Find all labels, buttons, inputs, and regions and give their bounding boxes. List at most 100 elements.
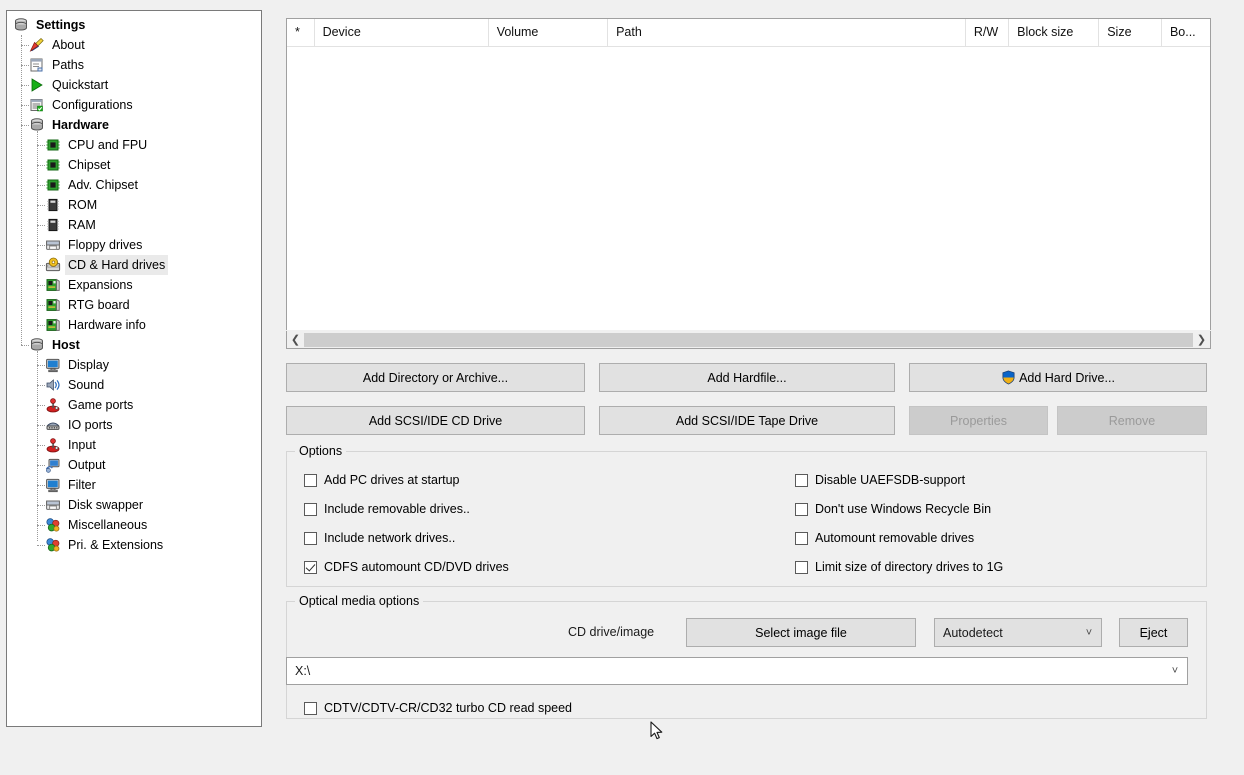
checkbox-row-add-pc-drives-at-startup[interactable]: Add PC drives at startup — [304, 473, 459, 487]
drive-table[interactable]: * Device Volume Path R/W Block size Size Bo... — [286, 18, 1211, 330]
optical-detect-dropdown[interactable]: Autodetect ˅ — [934, 618, 1102, 647]
chevron-down-icon[interactable]: ˅ — [1077, 627, 1101, 639]
hscrollbar-track[interactable] — [304, 331, 1193, 348]
add-scsi-cd-label: Add SCSI/IDE CD Drive — [368, 413, 503, 428]
column-header-volume[interactable]: Volume — [489, 19, 609, 46]
checkbox-limit-size-of-directory-drives-to-1g[interactable] — [795, 560, 808, 574]
add-directory-or-archive-button[interactable]: Add Directory or Archive... — [286, 363, 585, 392]
checkbox-include-network-drives[interactable] — [304, 531, 317, 545]
sidebar-item-hardware-info[interactable]: Hardware info — [7, 315, 261, 335]
sidebar-item-configurations[interactable]: Configurations — [7, 95, 261, 115]
drive-table-header[interactable]: * Device Volume Path R/W Block size Size Bo... — [287, 19, 1210, 47]
checkbox-row-don-t-use-windows-recycle-bin[interactable]: Don't use Windows Recycle Bin — [795, 502, 991, 516]
sidebar-item-paths[interactable]: Paths — [7, 55, 261, 75]
sidebar-item-disk-swapper[interactable]: Disk swapper — [7, 495, 261, 515]
column-header-device[interactable]: Device — [315, 19, 489, 46]
column-header-bo[interactable]: Bo... — [1162, 19, 1210, 46]
sidebar-item-host[interactable]: Host — [7, 335, 261, 355]
add-hard-drive-button[interactable]: Add Hard Drive... — [909, 363, 1207, 392]
play-icon — [29, 77, 45, 93]
checkbox-include-removable-drives[interactable] — [304, 502, 317, 516]
checkbox-row-automount-removable-drives[interactable]: Automount removable drives — [795, 531, 974, 545]
add-scsi-ide-cd-drive-button[interactable]: Add SCSI/IDE CD Drive — [286, 406, 585, 435]
scroll-left-icon[interactable]: ❮ — [287, 331, 304, 348]
column-header-label: Device — [322, 25, 361, 39]
add-scsi-ide-tape-drive-button[interactable]: Add SCSI/IDE Tape Drive — [599, 406, 895, 435]
tree-guide-line — [21, 65, 29, 66]
checkbox-label: Add PC drives at startup — [324, 473, 460, 487]
sidebar-item-input[interactable]: Input — [7, 435, 261, 455]
select-image-file-label: Select image file — [755, 625, 847, 640]
column-header-size[interactable]: Size — [1099, 19, 1162, 46]
tree-guide-line — [37, 285, 45, 286]
sidebar-item-ram[interactable]: RAM — [7, 215, 261, 235]
output-icon — [45, 457, 61, 473]
checkbox-add-pc-drives-at-startup[interactable] — [304, 473, 317, 487]
column-header-block-size[interactable]: Block size — [1009, 19, 1100, 46]
tree-guide-line — [37, 305, 45, 306]
tree-guide-line — [37, 505, 45, 506]
sidebar-item-sound[interactable]: Sound — [7, 375, 261, 395]
column-header-r-w[interactable]: R/W — [966, 19, 1010, 46]
turbo-cd-read-speed-checkbox[interactable] — [304, 701, 317, 715]
sidebar-item-quickstart[interactable]: Quickstart — [7, 75, 261, 95]
add-hardfile-label: Add Hardfile... — [707, 370, 787, 385]
tree-guide-line — [37, 351, 38, 541]
hscrollbar-thumb[interactable] — [304, 332, 1193, 347]
scroll-right-icon[interactable]: ❯ — [1193, 331, 1210, 348]
column-header-path[interactable]: Path — [608, 19, 966, 46]
turbo-cd-read-speed-checkbox-row[interactable]: CDTV/CDTV-CR/CD32 turbo CD read speed — [304, 701, 572, 715]
sidebar-item-game-ports[interactable]: Game ports — [7, 395, 261, 415]
column-header-label: R/W — [973, 25, 999, 39]
tree-guide-line — [37, 165, 45, 166]
checkbox-row-include-removable-drives[interactable]: Include removable drives.. — [304, 502, 470, 516]
checkbox-disable-uaefsdb-support[interactable] — [795, 473, 808, 487]
sidebar-item-floppy-drives[interactable]: Floppy drives — [7, 235, 261, 255]
add-hardfile-button[interactable]: Add Hardfile... — [599, 363, 895, 392]
checkbox-cdfs-automount-cd-dvd-drives[interactable] — [304, 560, 317, 574]
settings-tree[interactable]: Settings About Paths Quickstart Configuratio… — [7, 11, 261, 555]
sidebar-item-adv-chipset[interactable]: Adv. Chipset — [7, 175, 261, 195]
drive-table-body[interactable] — [287, 47, 1210, 330]
sidebar-item-hardware[interactable]: Hardware — [7, 115, 261, 135]
checkbox-don-t-use-windows-recycle-bin[interactable] — [795, 502, 808, 516]
sidebar-item-expansions[interactable]: Expansions — [7, 275, 261, 295]
eject-button[interactable]: Eject — [1119, 618, 1188, 647]
sidebar-item-chipset[interactable]: Chipset — [7, 155, 261, 175]
chip-green-icon — [45, 137, 61, 153]
sidebar-item-rom[interactable]: ROM — [7, 195, 261, 215]
tree-guide-line — [37, 525, 45, 526]
checkbox-row-cdfs-automount-cd-dvd-drives[interactable]: CDFS automount CD/DVD drives — [304, 560, 509, 574]
sidebar-item-output[interactable]: Output — [7, 455, 261, 475]
sidebar-item-cpu-and-fpu[interactable]: CPU and FPU — [7, 135, 261, 155]
chevron-down-icon[interactable]: ˅ — [1163, 665, 1187, 677]
checkbox-row-include-network-drives[interactable]: Include network drives.. — [304, 531, 455, 545]
column-header-label: Size — [1107, 25, 1132, 39]
options-group: Options Add PC drives at startup Include … — [286, 444, 1207, 587]
sidebar-item-label: Chipset — [68, 158, 111, 172]
sidebar-item-display[interactable]: Display — [7, 355, 261, 375]
sidebar-item-miscellaneous[interactable]: Miscellaneous — [7, 515, 261, 535]
sidebar-item-cd-hard-drives[interactable]: CD & Hard drives — [7, 255, 261, 275]
column-header-flag[interactable]: * — [287, 19, 315, 46]
options-group-title: Options — [295, 444, 347, 458]
sidebar-item-label: Hardware — [52, 118, 109, 132]
sidebar-item-label: Quickstart — [52, 78, 109, 92]
sidebar-item-rtg-board[interactable]: RTG board — [7, 295, 261, 315]
settings-tree-panel[interactable]: Settings About Paths Quickstart Configuratio… — [6, 10, 262, 727]
tree-guide-line — [21, 45, 29, 46]
optical-group-title: Optical media options — [295, 594, 424, 608]
checkbox-automount-removable-drives[interactable] — [795, 531, 808, 545]
sidebar-item-io-ports[interactable]: IO ports — [7, 415, 261, 435]
drive-table-hscrollbar[interactable]: ❮ ❯ — [286, 331, 1211, 349]
cd-image-path-value[interactable]: X:\ — [287, 664, 1163, 678]
checkbox-row-limit-size-of-directory-drives-to-1g[interactable]: Limit size of directory drives to 1G — [795, 560, 1003, 574]
sidebar-item-pri-extensions[interactable]: Pri. & Extensions — [7, 535, 261, 555]
sidebar-item-about[interactable]: About — [7, 35, 261, 55]
checkbox-row-disable-uaefsdb-support[interactable]: Disable UAEFSDB-support — [795, 473, 965, 487]
sidebar-item-filter[interactable]: Filter — [7, 475, 261, 495]
select-image-file-button[interactable]: Select image file — [686, 618, 916, 647]
sidebar-item-settings[interactable]: Settings — [7, 15, 261, 35]
dialog-footer: Reset Quit Start Cancel Help — [0, 735, 1244, 775]
cd-image-path-combobox[interactable]: X:\ ˅ — [286, 657, 1188, 685]
